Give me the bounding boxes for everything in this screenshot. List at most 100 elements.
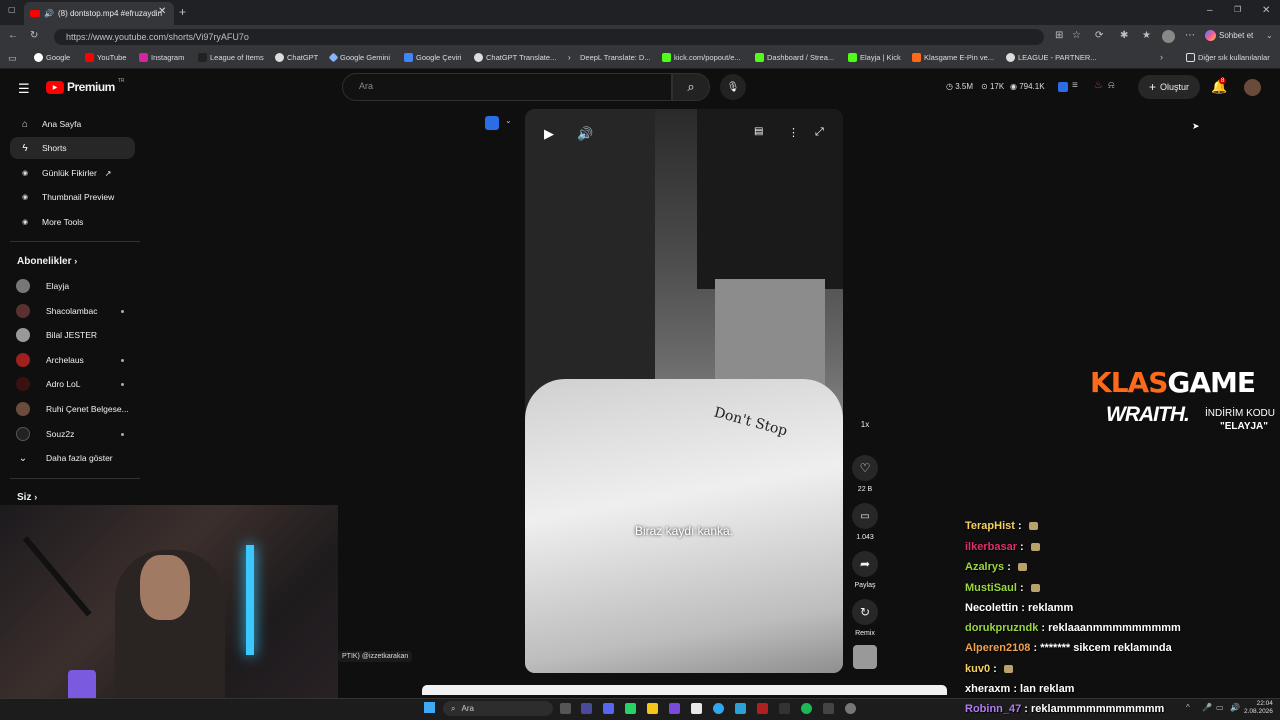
- taskbar-search[interactable]: ⌕ Ara: [443, 701, 553, 716]
- alert-icon[interactable]: ♨: [1094, 81, 1103, 91]
- refresh-ext-icon[interactable]: ⟳: [1095, 31, 1103, 41]
- mic-tray-icon[interactable]: 🎤: [1202, 704, 1212, 712]
- sidebar-item-more-tools[interactable]: ◉ More Tools: [10, 211, 135, 233]
- tab-close-icon[interactable]: ✕: [158, 7, 166, 17]
- back-icon[interactable]: ←: [8, 31, 18, 41]
- app-icon[interactable]: [691, 703, 702, 714]
- sidebar-sub-elayja[interactable]: Elayja: [16, 276, 136, 296]
- voice-search-button[interactable]: 🎙: [720, 74, 746, 100]
- sidebar-sub-bilal[interactable]: Bilal JESTER: [16, 325, 136, 345]
- bookmark-translate[interactable]: Google Çeviri: [404, 53, 461, 62]
- chevron-right-icon[interactable]: ›: [1160, 53, 1163, 62]
- chevron-down-icon[interactable]: ⌄: [1266, 32, 1273, 40]
- bookmark-dashboard[interactable]: Dashboard / Strea...: [755, 53, 834, 62]
- bookmark-klasgame[interactable]: Klasgame E-Pin ve...: [912, 53, 994, 62]
- speed-button[interactable]: 1x: [855, 420, 875, 429]
- sidebar-item-daily-ideas[interactable]: ◉ Günlük Fikirler ↗: [10, 162, 135, 184]
- list-icon[interactable]: ≡: [1072, 81, 1078, 91]
- folder-icon[interactable]: [647, 703, 658, 714]
- other-bookmarks[interactable]: Diğer sık kullanılanlar: [1186, 53, 1270, 62]
- captions-icon[interactable]: ▤: [754, 126, 763, 137]
- app-icon[interactable]: [581, 703, 592, 714]
- vidiq-icon[interactable]: [1058, 82, 1068, 92]
- bookmark-google[interactable]: Google: [34, 53, 70, 62]
- remix-button[interactable]: ↻: [852, 599, 878, 625]
- favorites-icon[interactable]: ★: [1142, 31, 1151, 41]
- minimize-icon[interactable]: –: [1207, 6, 1213, 16]
- sidebar-sub-archelaus[interactable]: Archelaus: [16, 350, 136, 370]
- volume-icon[interactable]: 🔊: [577, 126, 593, 142]
- bookmark-gemini[interactable]: Google Gemini: [328, 52, 390, 63]
- bookmark-instagram[interactable]: Instagram: [139, 53, 184, 62]
- bookmark-star-icon[interactable]: ☆: [1072, 31, 1081, 41]
- bookmark-league[interactable]: League of Items: [198, 53, 264, 62]
- bookmark-elayja-kick[interactable]: Elayja | Kick: [848, 53, 901, 62]
- share-button[interactable]: ➦: [852, 551, 878, 577]
- bell-off-icon[interactable]: ⍾: [1108, 81, 1115, 91]
- sidebar-item-shorts[interactable]: ϟ Shorts: [10, 137, 135, 159]
- url-field[interactable]: https://www.youtube.com/shorts/Vi97ryAFU…: [54, 29, 1044, 45]
- translate-icon: [404, 53, 413, 62]
- search-button[interactable]: ⌕: [672, 73, 710, 101]
- bookmark-chatgpt[interactable]: ChatGPT: [275, 53, 318, 62]
- search-input[interactable]: Ara: [342, 73, 672, 101]
- app-icon[interactable]: [823, 703, 834, 714]
- play-icon[interactable]: ▶: [544, 126, 554, 142]
- sidebar-sub-shacolambac[interactable]: Shacolambac: [16, 301, 136, 321]
- show-more-button[interactable]: ⌄ Daha fazla göster: [16, 448, 136, 468]
- bookmark-league-partner[interactable]: LEAGUE - PARTNER...: [1006, 53, 1097, 62]
- create-button[interactable]: + Oluştur: [1138, 75, 1200, 99]
- shorts-video[interactable]: Don't Stop: [525, 109, 843, 673]
- clock[interactable]: 22:04 2.08.2026: [1244, 700, 1273, 716]
- puzzle-icon[interactable]: ✱: [1120, 31, 1128, 41]
- reload-icon[interactable]: ↻: [30, 31, 38, 41]
- spotify-icon[interactable]: [801, 703, 812, 714]
- chat-button[interactable]: Sohbet et: [1205, 30, 1253, 41]
- audio-thumbnail[interactable]: [853, 645, 877, 669]
- bookmark-chatgpt-translate[interactable]: ChatGPT Translate...: [474, 53, 556, 62]
- app-icon[interactable]: [757, 703, 768, 714]
- bookmark-deepl[interactable]: › DeepL Translate: D...: [568, 53, 651, 62]
- you-header[interactable]: Siz ›: [17, 492, 37, 503]
- audio-icon[interactable]: 🔊: [44, 9, 54, 18]
- bookmark-kick[interactable]: kick.com/popout/e...: [662, 53, 741, 62]
- volume-tray-icon[interactable]: 🔊: [1230, 704, 1240, 712]
- new-tab-icon[interactable]: +: [179, 6, 186, 18]
- chevron-down-icon[interactable]: ⌄: [505, 117, 512, 125]
- tab-menu-icon[interactable]: ▢: [8, 6, 16, 14]
- maximize-icon[interactable]: ❐: [1234, 6, 1241, 14]
- vidiq-toggle-icon[interactable]: [485, 116, 499, 130]
- sidebar-sub-souz[interactable]: Souz2z: [16, 424, 136, 444]
- sidebar-sub-ruhi[interactable]: Ruhi Çenet Belgese...: [16, 399, 136, 419]
- browser-tab[interactable]: 🔊 (8) dontstop.mp4 #efruzaydin: [24, 2, 174, 25]
- menu-icon[interactable]: ☰: [18, 81, 30, 97]
- more-menu-icon[interactable]: ⋯: [1185, 31, 1195, 41]
- like-button[interactable]: ♡: [852, 455, 878, 481]
- windows-start-icon[interactable]: [424, 702, 435, 713]
- sidebar-item-home[interactable]: ⌂ Ana Sayfa: [10, 113, 135, 135]
- edge-icon[interactable]: [713, 703, 724, 714]
- youtube-logo[interactable]: ▶ Premium TR: [46, 78, 125, 94]
- comment-button[interactable]: ▭: [852, 503, 878, 529]
- task-view-icon[interactable]: [560, 703, 571, 714]
- discord-icon[interactable]: [603, 703, 614, 714]
- settings-icon[interactable]: [845, 703, 856, 714]
- network-icon[interactable]: ▭: [1216, 704, 1224, 712]
- extensions-icon[interactable]: ⊞: [1055, 31, 1063, 41]
- close-window-icon[interactable]: ✕: [1262, 6, 1270, 16]
- tray-chevron-icon[interactable]: ^: [1186, 704, 1190, 712]
- sidebar-sub-adro[interactable]: Adro LoL: [16, 374, 136, 394]
- more-options-icon[interactable]: ⋮: [788, 126, 799, 139]
- telegram-icon[interactable]: [735, 703, 746, 714]
- profile-avatar[interactable]: [1162, 30, 1175, 43]
- account-avatar[interactable]: [1244, 79, 1261, 96]
- video-progress-bar[interactable]: [422, 685, 947, 695]
- subscriptions-header[interactable]: Abonelikler ›: [17, 256, 77, 267]
- bookmark-youtube[interactable]: YouTube: [85, 53, 126, 62]
- sidebar-item-thumbnail-preview[interactable]: ◉ Thumbnail Preview: [10, 186, 135, 208]
- app-icon[interactable]: [669, 703, 680, 714]
- fullscreen-icon[interactable]: ⤢: [815, 126, 824, 139]
- app-icon[interactable]: [779, 703, 790, 714]
- reading-list-icon[interactable]: ▭: [8, 54, 17, 63]
- whatsapp-icon[interactable]: [625, 703, 636, 714]
